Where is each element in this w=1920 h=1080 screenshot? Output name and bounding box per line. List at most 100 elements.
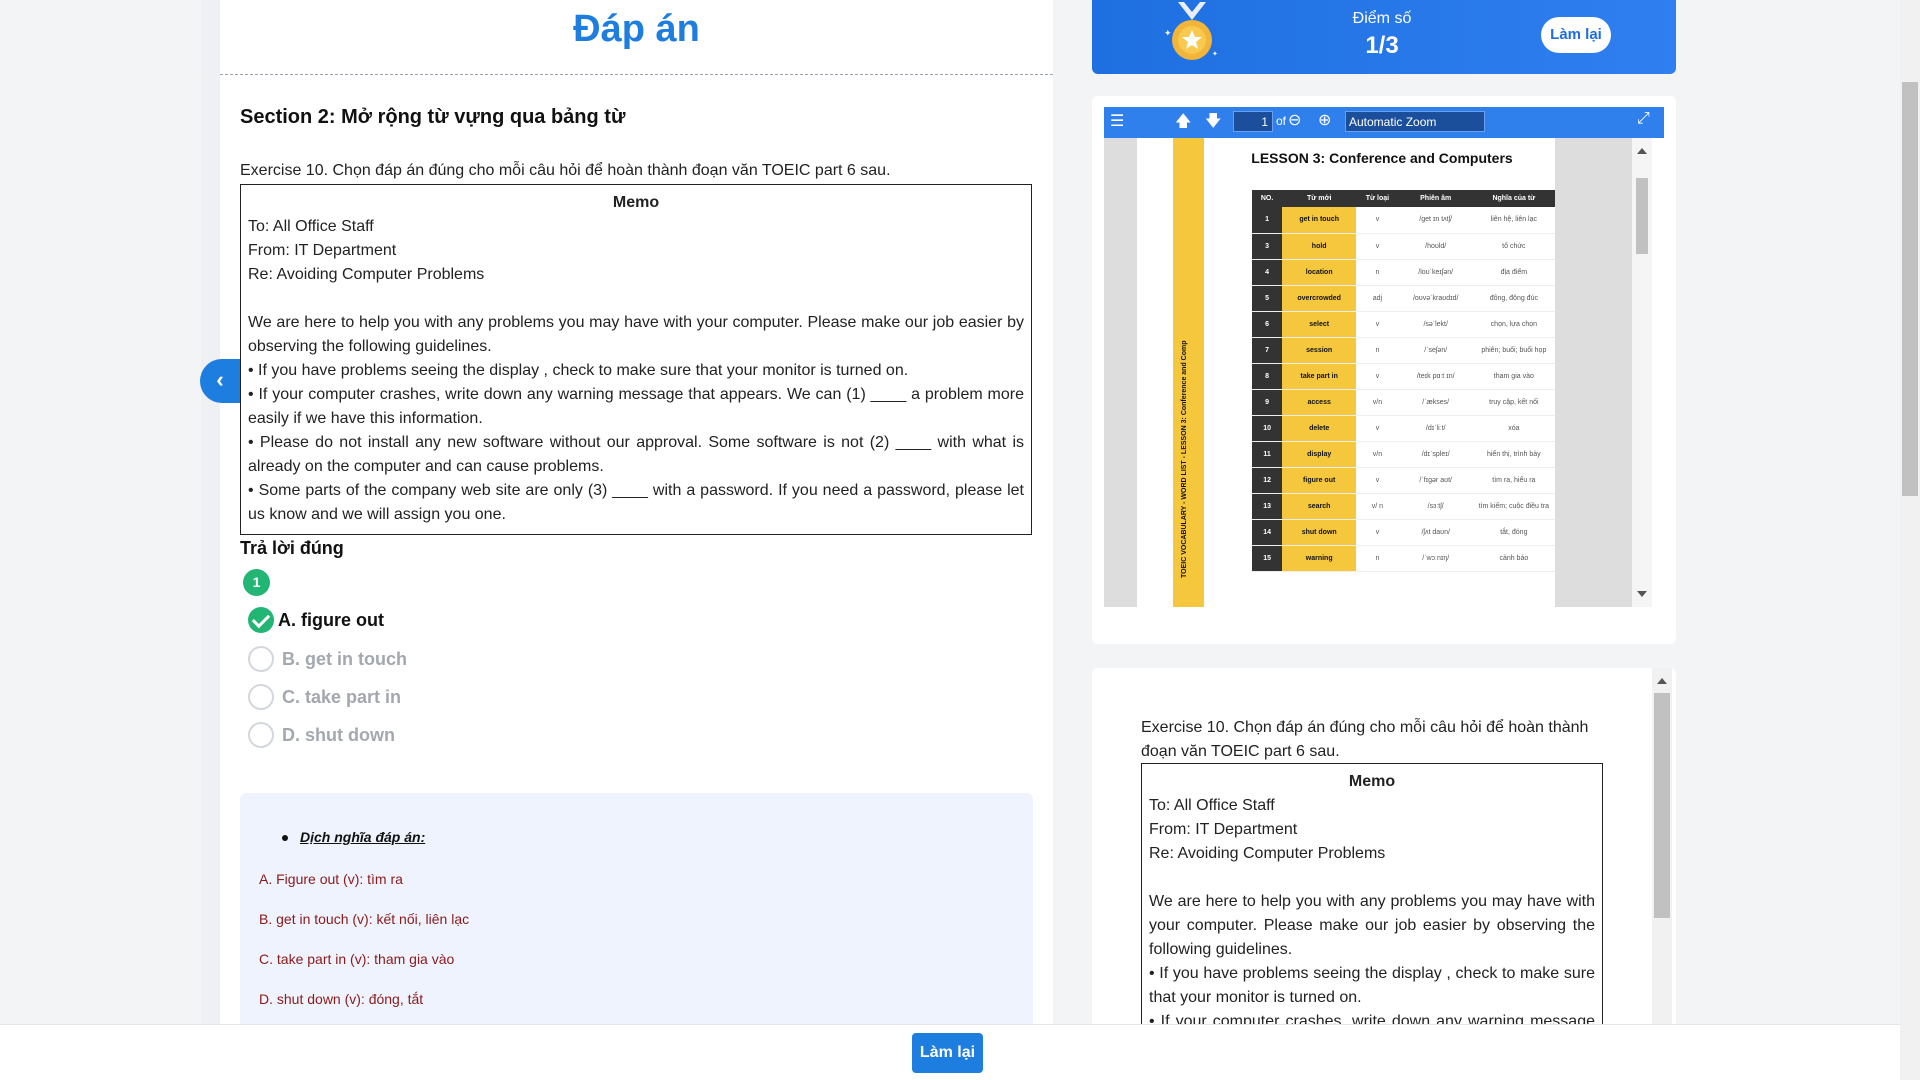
vocab-cell: 15 bbox=[1252, 545, 1283, 572]
pdf-scrollbar[interactable] bbox=[1632, 138, 1652, 607]
vocab-row: 9 access v/n/ˈækses/truy cập, kết nối bbox=[1252, 389, 1555, 416]
option-b[interactable]: B. get in touch bbox=[248, 645, 407, 673]
vocab-cell: select bbox=[1282, 311, 1357, 338]
pdf-side-text: TOEIC VOCABULARY - WORD LIST - LESSON 3:… bbox=[1181, 340, 1188, 579]
option-label: A. figure out bbox=[278, 609, 384, 630]
option-a[interactable]: A. figure out bbox=[248, 606, 384, 634]
zoom-select[interactable]: Automatic Zoom bbox=[1345, 111, 1485, 132]
correct-answer-label: Trả lời đúng bbox=[240, 538, 344, 558]
vocab-cell: tổ chức bbox=[1472, 233, 1555, 260]
scroll-up-icon[interactable] bbox=[1657, 678, 1667, 684]
vocab-cell: 5 bbox=[1252, 285, 1283, 312]
vocab-cell: v bbox=[1356, 467, 1399, 494]
vocab-cell: access bbox=[1282, 389, 1357, 416]
doc-memo-to: To: All Office Staff bbox=[1149, 797, 1275, 814]
radio-icon bbox=[248, 722, 274, 748]
vocab-header: Phiên âm bbox=[1398, 190, 1473, 207]
explanation-line: D. shut down (v): đóng, tắt bbox=[259, 991, 424, 1007]
doc-memo-paragraph: We are here to help you with any problem… bbox=[1149, 893, 1595, 958]
vocab-cell: 9 bbox=[1252, 389, 1283, 416]
memo-box: Memo To: All Office Staff From: IT Depar… bbox=[240, 184, 1032, 535]
scroll-up-icon[interactable] bbox=[1637, 148, 1647, 154]
doc-memo-box: Memo To: All Office Staff From: IT Depar… bbox=[1141, 763, 1603, 1053]
scroll-thumb[interactable] bbox=[1636, 178, 1648, 254]
page-scrollbar[interactable] bbox=[1900, 0, 1920, 1080]
vocab-cell: search bbox=[1282, 493, 1357, 520]
vocab-cell: đông, đông đúc bbox=[1472, 285, 1555, 312]
doc-memo-re: Re: Avoiding Computer Problems bbox=[1149, 845, 1386, 862]
medal-icon: ✦ ✦ bbox=[1164, 2, 1218, 60]
question-number-badge: 1 bbox=[243, 569, 270, 596]
fullscreen-icon[interactable]: ⤢ bbox=[1637, 110, 1650, 128]
vocab-cell: get in touch bbox=[1282, 207, 1357, 234]
memo-bullet-2: • If your computer crashes, write down a… bbox=[248, 386, 1024, 427]
option-label: B. get in touch bbox=[282, 648, 407, 669]
page-scroll-thumb[interactable] bbox=[1902, 82, 1918, 496]
option-label: C. take part in bbox=[282, 686, 402, 707]
explanation-line: A. Figure out (v): tìm ra bbox=[259, 871, 403, 887]
vocab-header: Từ mới bbox=[1282, 190, 1357, 207]
redo-button-bottom[interactable]: Làm lại bbox=[912, 1033, 983, 1073]
vocab-cell: /ɡet ɪn tʌtʃ/ bbox=[1398, 207, 1473, 234]
scroll-thumb[interactable] bbox=[1654, 693, 1670, 918]
option-d[interactable]: D. shut down bbox=[248, 721, 395, 749]
option-c[interactable]: C. take part in bbox=[248, 683, 401, 711]
vocab-cell: v/n bbox=[1356, 389, 1399, 416]
chevron-left-icon: ‹ bbox=[216, 367, 224, 392]
vocab-cell: /ˈwɔːnɪŋ/ bbox=[1398, 545, 1473, 572]
vocab-table: NO. Từ mới Từ loại Phiên âm Nghĩa của từ… bbox=[1252, 190, 1555, 572]
zoom-out-icon[interactable]: ⊖ bbox=[1288, 110, 1301, 130]
bullet-dot bbox=[282, 835, 288, 841]
memo-re: Re: Avoiding Computer Problems bbox=[248, 266, 485, 283]
score-label: Điểm số bbox=[1352, 10, 1412, 27]
vocab-row: 12 figure out v/ˈfɪɡər aʊt/tìm ra, hiểu ra bbox=[1252, 467, 1555, 494]
vocab-cell: n bbox=[1356, 337, 1399, 364]
vocab-row: 13 search v/ n/sɜːtʃ/tìm kiếm; cuộc điều t… bbox=[1252, 493, 1555, 520]
doc-scrollbar[interactable] bbox=[1652, 668, 1672, 1048]
explanation-line: B. get in touch (v): kết nối, liên lạc bbox=[259, 911, 470, 927]
vocab-cell: location bbox=[1282, 259, 1357, 286]
option-label: D. shut down bbox=[282, 724, 395, 745]
zoom-in-icon[interactable]: ⊕ bbox=[1318, 110, 1331, 130]
vocab-cell: /ˈseʃən/ bbox=[1398, 337, 1473, 364]
page-of-label: of bbox=[1276, 114, 1287, 128]
vocab-cell: v bbox=[1356, 207, 1399, 234]
vocab-cell: địa điểm bbox=[1472, 259, 1555, 286]
explanation-box: Dịch nghĩa đáp án: A. Figure out (v): tì… bbox=[240, 793, 1033, 1033]
vocab-cell: adj bbox=[1356, 285, 1399, 312]
page-number-input[interactable]: 1 bbox=[1233, 111, 1273, 132]
vocab-cell: 4 bbox=[1252, 259, 1283, 286]
vocab-header: Từ loại bbox=[1356, 190, 1399, 207]
vocab-header-row: NO. Từ mới Từ loại Phiên âm Nghĩa của từ bbox=[1252, 190, 1555, 207]
vocab-row: 4 location n/loʊˈkeɪʃən/địa điểm bbox=[1252, 259, 1555, 286]
prev-button[interactable]: ‹ bbox=[200, 359, 240, 403]
vocab-row: 10 delete v/dɪˈliːt/xóa bbox=[1252, 415, 1555, 442]
svg-text:✦: ✦ bbox=[1164, 28, 1172, 38]
memo-gap bbox=[248, 287, 1024, 311]
sidebar-toggle-icon[interactable]: ☰ bbox=[1110, 111, 1124, 131]
vocab-cell: shut down bbox=[1282, 519, 1357, 546]
vocab-cell: n bbox=[1356, 259, 1399, 286]
vocab-cell: /oʊvəˈkraʊdɪd/ bbox=[1398, 285, 1473, 312]
section-title: Section 2: Mở rộng từ vựng qua bảng từ bbox=[240, 106, 626, 128]
vocab-cell: v/ n bbox=[1356, 493, 1399, 520]
pdf-viewport[interactable]: TOEIC VOCABULARY - WORD LIST - LESSON 3:… bbox=[1104, 138, 1632, 607]
arrow-down-icon[interactable]: 🡇 bbox=[1205, 110, 1221, 137]
explanation-line: C. take part in (v): tham gia vào bbox=[259, 951, 455, 967]
doc-memo-from: From: IT Department bbox=[1149, 821, 1298, 838]
vocab-cell: 3 bbox=[1252, 233, 1283, 260]
svg-text:✦: ✦ bbox=[1212, 50, 1218, 58]
vocab-row: 6 select v/səˈlekt/chọn, lựa chọn bbox=[1252, 311, 1555, 338]
pdf-side-strip: TOEIC VOCABULARY - WORD LIST - LESSON 3:… bbox=[1173, 138, 1204, 607]
explanation-heading: Dịch nghĩa đáp án: bbox=[300, 829, 426, 845]
memo-to: To: All Office Staff bbox=[248, 218, 374, 235]
vocab-cell: 13 bbox=[1252, 493, 1283, 520]
vocab-cell: 12 bbox=[1252, 467, 1283, 494]
arrow-up-icon[interactable]: 🡅 bbox=[1175, 110, 1191, 137]
scroll-down-icon[interactable] bbox=[1637, 591, 1647, 597]
redo-button-top[interactable]: Làm lại bbox=[1541, 17, 1611, 53]
vocab-cell: /ˈfɪɡər aʊt/ bbox=[1398, 467, 1473, 494]
vocab-row: 1 get in touch v/ɡet ɪn tʌtʃ/liên hệ, liên… bbox=[1252, 207, 1555, 234]
vocab-cell: n bbox=[1356, 545, 1399, 572]
score-value: 1/3 bbox=[1365, 32, 1399, 59]
